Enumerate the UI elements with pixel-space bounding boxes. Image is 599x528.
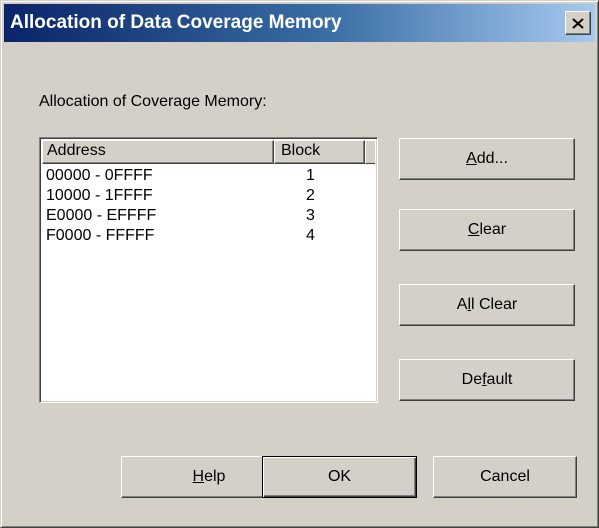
- dialog-window: Allocation of Data Coverage Memory Alloc…: [0, 0, 599, 528]
- add-label-key: A: [466, 150, 477, 167]
- default-button[interactable]: De f ault: [399, 359, 575, 401]
- column-header-address[interactable]: Address: [42, 140, 274, 164]
- column-header-block[interactable]: Block: [274, 140, 365, 164]
- close-icon: [572, 17, 584, 29]
- cancel-label: Cancel: [480, 468, 530, 485]
- block-cell: 4: [306, 227, 315, 244]
- block-cell: 2: [306, 187, 315, 204]
- window-title: Allocation of Data Coverage Memory: [10, 12, 342, 33]
- list-item[interactable]: E0000 - EFFFF 3: [42, 206, 375, 226]
- address-cell: E0000 - EFFFF: [46, 207, 157, 224]
- cancel-button[interactable]: Cancel: [433, 456, 577, 498]
- clear-label-post: lear: [479, 221, 507, 238]
- address-cell: 10000 - 1FFFF: [46, 187, 153, 204]
- add-button[interactable]: Add...: [399, 138, 575, 180]
- address-cell: F0000 - FFFFF: [46, 227, 155, 244]
- ok-button[interactable]: OK: [262, 456, 417, 498]
- title-bar[interactable]: Allocation of Data Coverage Memory: [4, 4, 595, 42]
- default-label-pre: De: [461, 371, 483, 388]
- allocation-list[interactable]: Address Block 00000 - 0FFFF 1 10000 - 1F…: [39, 137, 378, 403]
- block-cell: 3: [306, 207, 315, 224]
- list-item[interactable]: F0000 - FFFFF 4: [42, 226, 375, 246]
- clear-label-key: C: [467, 221, 480, 238]
- ok-label: OK: [327, 468, 352, 485]
- clear-button[interactable]: Clear: [399, 209, 575, 251]
- add-label-post: dd...: [476, 150, 508, 167]
- help-label-key: H: [192, 468, 205, 485]
- list-rows: 00000 - 0FFFF 1 10000 - 1FFFF 2 E0000 - …: [42, 166, 375, 246]
- all-clear-button[interactable]: All Clear: [399, 284, 575, 326]
- address-cell: 00000 - 0FFFF: [46, 167, 153, 184]
- default-label-post: ault: [486, 371, 513, 388]
- list-item[interactable]: 00000 - 0FFFF 1: [42, 166, 375, 186]
- list-header: Address Block: [42, 140, 375, 164]
- column-header-filler: [365, 140, 375, 164]
- help-label-post: elp: [204, 468, 226, 485]
- block-cell: 1: [306, 167, 315, 184]
- all-clear-label-pre: A: [456, 296, 468, 313]
- close-button[interactable]: [565, 11, 591, 35]
- coverage-memory-label: Allocation of Coverage Memory:: [39, 93, 267, 110]
- list-item[interactable]: 10000 - 1FFFF 2: [42, 186, 375, 206]
- all-clear-label-post: l Clear: [471, 296, 518, 313]
